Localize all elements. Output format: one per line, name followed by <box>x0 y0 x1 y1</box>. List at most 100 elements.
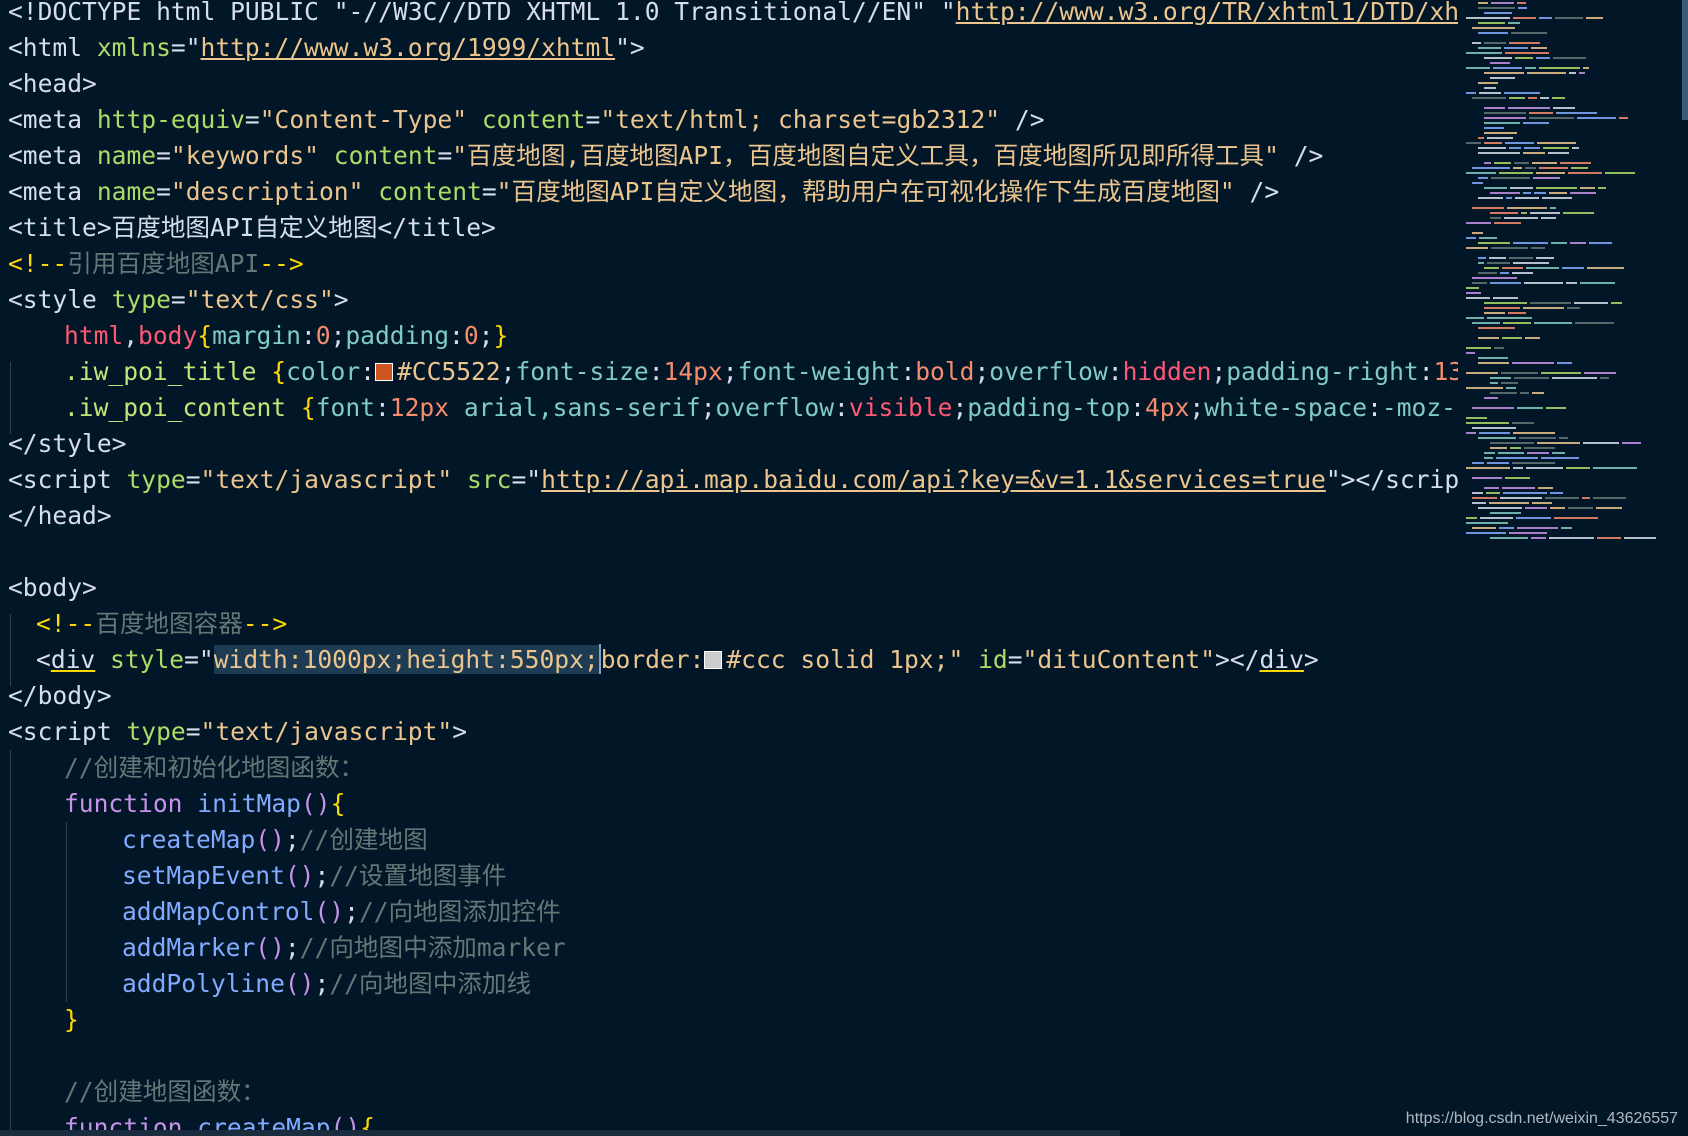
css-property: overflow <box>989 357 1108 386</box>
minimap-line <box>1570 242 1586 244</box>
minimap-line <box>1491 2 1514 4</box>
watermark: https://blog.csdn.net/weixin_43626557 <box>1405 1110 1678 1127</box>
minimap-line <box>1484 12 1512 14</box>
comment-open: <!-- <box>36 609 96 638</box>
js-comment: //创建和初始化地图函数： <box>64 753 365 782</box>
minimap-line <box>1472 407 1514 409</box>
minimap-line <box>1484 457 1493 459</box>
minimap-line <box>1517 2 1526 4</box>
punct: =" <box>170 33 201 62</box>
minimap-line <box>1479 432 1510 434</box>
code-line-1: <!DOCTYPE html PUBLIC "-//W3C//DTD XHTML… <box>8 0 1458 30</box>
script-src-url[interactable]: http://api.map.baidu.com/api?key=&v=1.1&… <box>541 465 1326 494</box>
code-line-2: <html xmlns="http://www.w3.org/1999/xhtm… <box>8 30 645 66</box>
css-value: -moz-pre <box>1381 393 1458 422</box>
attr-name: type <box>111 285 171 314</box>
punct: = <box>185 465 201 494</box>
minimap-line <box>1529 117 1574 119</box>
minimap-line <box>1490 282 1521 284</box>
minimap-line <box>1593 497 1626 499</box>
function-call: setMapEvent <box>122 861 285 890</box>
minimap-line <box>1480 517 1513 519</box>
brace: { <box>300 393 316 422</box>
attr-name: name <box>96 141 157 170</box>
css-color: #CC5522 <box>396 357 501 386</box>
minimap-line <box>1484 187 1507 189</box>
code-line-12: .iw_poi_content {font:12px arial,sans-se… <box>64 390 1458 426</box>
attr-name: content <box>481 105 586 134</box>
minimap-line <box>1501 372 1538 374</box>
minimap-line <box>1472 207 1504 209</box>
minimap-line <box>1584 372 1616 374</box>
js-comment: //创建地图 <box>299 825 428 854</box>
minimap-line <box>1527 452 1549 454</box>
indent-guide <box>66 822 67 1002</box>
minimap-line <box>1540 97 1549 99</box>
minimap-line <box>1472 492 1483 494</box>
comment-text: 百度地图容器 <box>95 609 243 638</box>
minimap-line <box>1509 42 1540 44</box>
minimap-line <box>1507 207 1547 209</box>
minimap-line <box>1542 197 1572 199</box>
minimap-viewport-slider[interactable] <box>1682 0 1688 120</box>
minimap-line <box>1478 262 1484 264</box>
minimap-line <box>1501 382 1518 384</box>
code-editor[interactable]: <!DOCTYPE html PUBLIC "-//W3C//DTD XHTML… <box>0 0 1458 1136</box>
minimap-line <box>1484 302 1527 304</box>
minimap-line <box>1541 457 1579 459</box>
minimap-line <box>1487 262 1510 264</box>
minimap-line <box>1484 397 1498 399</box>
punct: : <box>300 321 316 350</box>
color-swatch[interactable] <box>374 363 393 381</box>
attr-name: src <box>467 465 512 494</box>
minimap-line <box>1560 162 1591 164</box>
code-line-4: <meta http-equiv="Content-Type" content=… <box>8 102 1045 138</box>
xmlns-url[interactable]: http://www.w3.org/1999/xhtml <box>201 33 616 62</box>
minimap-line <box>1523 152 1545 154</box>
minimap-line <box>1523 192 1531 194</box>
minimap-line <box>1539 167 1568 169</box>
punct: = <box>156 141 171 170</box>
punct: = <box>170 285 186 314</box>
code-line-24: createMap();//创建地图 <box>122 822 428 858</box>
punct: =" <box>184 645 214 674</box>
minimap-line <box>1505 142 1534 144</box>
attr-name: name <box>96 177 157 206</box>
css-property: color <box>286 357 361 386</box>
minimap-line <box>1525 337 1540 339</box>
minimap-line <box>1569 72 1576 74</box>
minimap-line <box>1553 57 1586 59</box>
minimap-line <box>1513 262 1549 264</box>
minimap-line <box>1525 167 1536 169</box>
minimap-line <box>1577 117 1616 119</box>
minimap-line <box>1478 327 1515 329</box>
punct: : <box>1130 393 1145 422</box>
minimap-line <box>1531 47 1547 49</box>
minimap-line <box>1530 212 1560 214</box>
minimap-line <box>1466 417 1487 419</box>
minimap[interactable] <box>1462 0 1688 1136</box>
minimap-line <box>1517 527 1558 529</box>
minimap-line <box>1491 247 1528 249</box>
doctype-url[interactable]: http://www.w3.org/TR/xhtml1/DTD/xhtm <box>956 0 1458 26</box>
minimap-line <box>1466 17 1510 19</box>
minimap-line <box>1478 337 1499 339</box>
minimap-line <box>1549 192 1567 194</box>
punct: ; <box>284 825 300 854</box>
css-property: white-space <box>1204 393 1368 422</box>
minimap-line <box>1536 172 1565 174</box>
punct: /> <box>1000 105 1045 134</box>
punct: ; <box>284 933 300 962</box>
minimap-line <box>1499 172 1533 174</box>
minimap-line <box>1466 467 1510 469</box>
color-swatch[interactable] <box>704 651 723 669</box>
minimap-line <box>1500 272 1509 274</box>
minimap-line <box>1502 337 1522 339</box>
minimap-line <box>1500 497 1542 499</box>
punct: = <box>481 177 497 206</box>
indent-guide <box>10 362 11 434</box>
horizontal-scrollbar[interactable] <box>0 1130 1120 1136</box>
code-line-7: <title>百度地图API自定义地图</title> <box>8 210 496 246</box>
punct: /> <box>1278 141 1324 170</box>
